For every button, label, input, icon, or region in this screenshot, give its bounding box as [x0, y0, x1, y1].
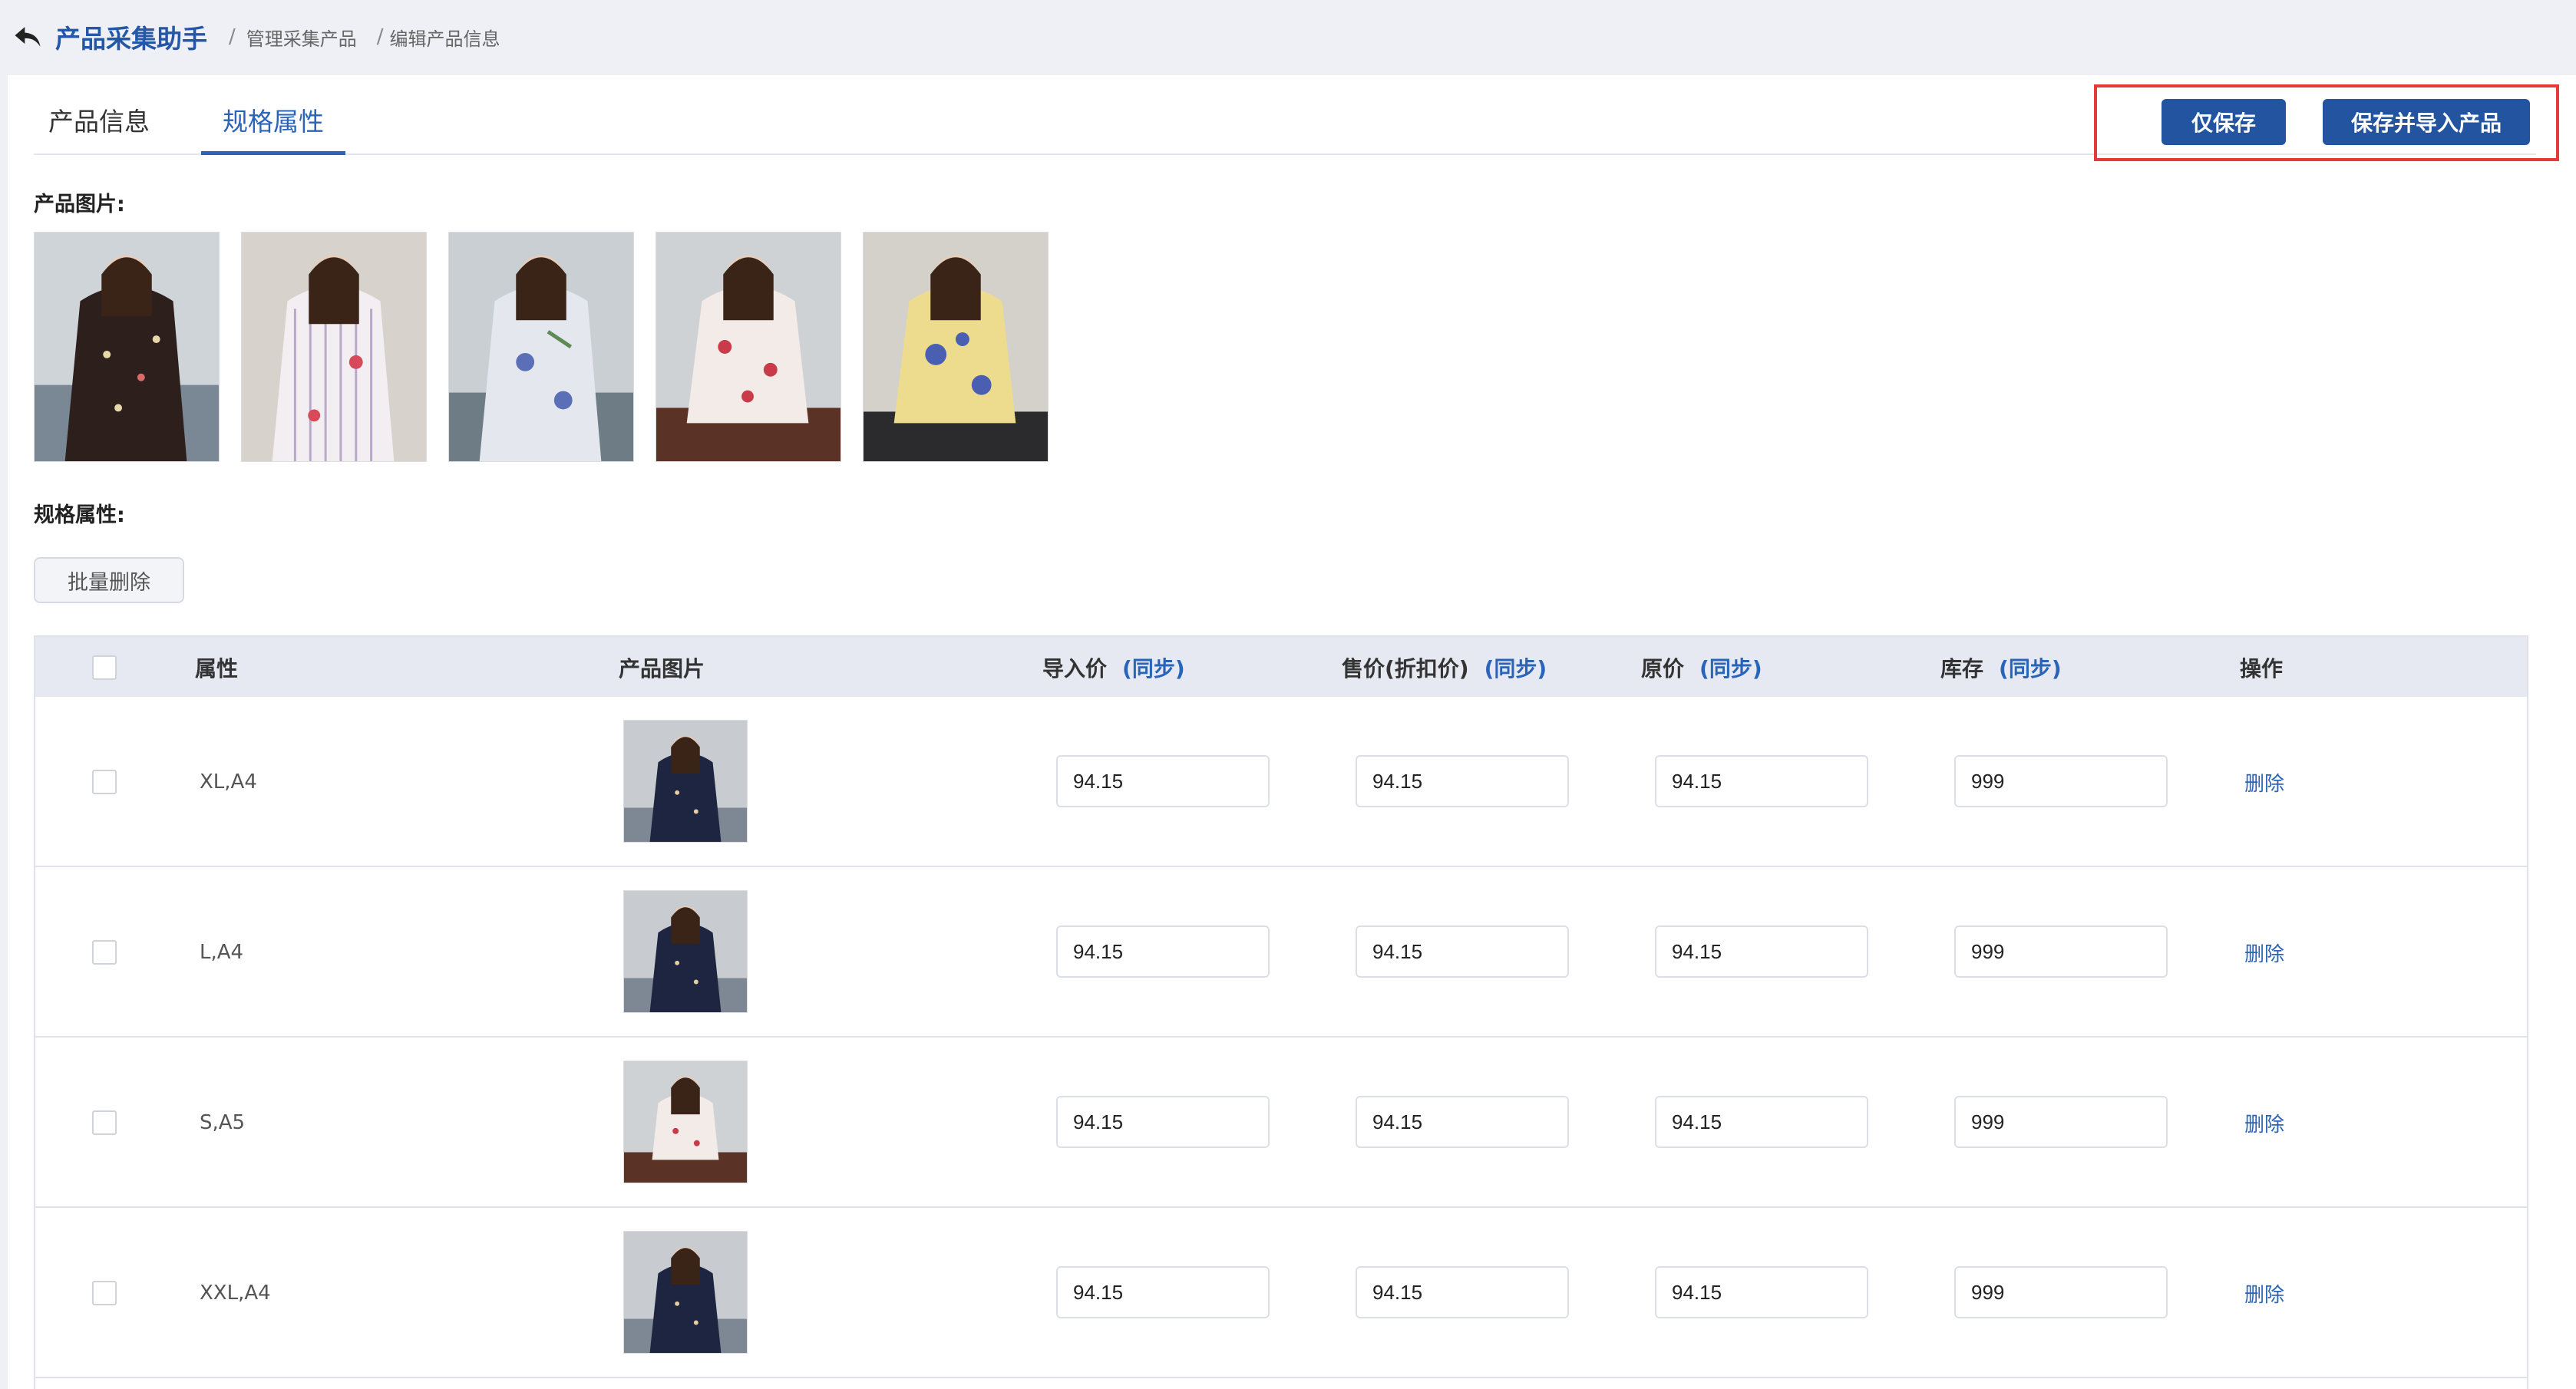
sale-price-input[interactable]: 94.15 — [1356, 1096, 1569, 1148]
breadcrumb-edit-product: 编辑产品信息 — [389, 28, 500, 50]
product-photo-navy-floral-icon — [624, 1232, 747, 1353]
row-attribute: XXL,A4 — [200, 1282, 271, 1305]
product-photo-white-red-floral-icon — [624, 1061, 747, 1183]
row-checkbox[interactable] — [92, 1110, 117, 1135]
product-photo-navy-floral-icon — [624, 721, 747, 842]
spec-attributes-label: 规格属性: — [34, 503, 125, 527]
import-price-input[interactable]: 94.15 — [1056, 1266, 1270, 1318]
row-product-image[interactable] — [623, 1061, 748, 1183]
sale-price-input[interactable]: 94.15 — [1356, 1266, 1569, 1318]
column-header-stock: 库存 (同步) — [1940, 637, 2062, 698]
column-header-operation: 操作 — [2240, 656, 2284, 681]
breadcrumb-separator: / — [229, 25, 236, 48]
table-row: L,A4 94.15 94.15 94.15 999 删除 — [35, 867, 2527, 1038]
import-price-label: 导入价 — [1042, 656, 1108, 681]
row-checkbox[interactable] — [92, 770, 117, 794]
row-attribute: XL,A4 — [200, 770, 257, 793]
row-product-image[interactable] — [623, 1231, 748, 1354]
save-only-button[interactable]: 仅保存 — [2162, 99, 2286, 145]
stock-label: 库存 — [1940, 656, 1984, 681]
table-row: XXL,A4 94.15 94.15 94.15 999 删除 — [35, 1208, 2527, 1378]
stock-input[interactable]: 999 — [1954, 925, 2168, 978]
sale-price-input[interactable]: 94.15 — [1356, 925, 1569, 978]
breadcrumb-manage-products[interactable]: 管理采集产品 — [246, 24, 357, 51]
product-images-label: 产品图片: — [34, 193, 125, 216]
import-price-input[interactable]: 94.15 — [1056, 1096, 1270, 1148]
product-photo-navy-floral-icon — [624, 891, 747, 1012]
sale-price-label: 售价(折扣价) — [1342, 656, 1469, 681]
original-price-input[interactable]: 94.15 — [1655, 1096, 1868, 1148]
column-header-import-price: 导入价 (同步) — [1042, 637, 1185, 698]
stock-input[interactable]: 999 — [1954, 1096, 2168, 1148]
table-row: S,A5 94.15 94.15 94.15 999 删除 — [35, 1038, 2527, 1208]
select-all-checkbox[interactable] — [92, 655, 117, 680]
column-header-sale-price: 售价(折扣价) (同步) — [1342, 637, 1547, 698]
row-product-image[interactable] — [623, 720, 748, 843]
original-price-input[interactable]: 94.15 — [1655, 755, 1868, 807]
column-header-original-price: 原价 (同步) — [1641, 637, 1762, 698]
delete-row-link[interactable]: 删除 — [2244, 1038, 2284, 1208]
tab-product-info[interactable]: 产品信息 — [34, 101, 164, 155]
product-image-gallery — [34, 232, 1049, 462]
table-row: XL,A4 94.15 94.15 94.15 999 删除 — [35, 697, 2527, 867]
original-price-input[interactable]: 94.15 — [1655, 925, 1868, 978]
save-and-import-button[interactable]: 保存并导入产品 — [2323, 99, 2530, 145]
original-price-label: 原价 — [1641, 656, 1685, 681]
stock-input[interactable]: 999 — [1954, 1266, 2168, 1318]
import-price-input[interactable]: 94.15 — [1056, 755, 1270, 807]
row-attribute: S,A5 — [200, 1111, 246, 1134]
delete-row-link[interactable]: 删除 — [2244, 1208, 2284, 1378]
stock-input[interactable]: 999 — [1954, 755, 2168, 807]
product-image-1[interactable] — [34, 232, 220, 462]
breadcrumb-separator: / — [376, 25, 384, 48]
delete-row-link[interactable]: 删除 — [2244, 867, 2284, 1038]
product-photo-black-floral-icon — [35, 233, 219, 461]
topbar: 产品采集助手 / 管理采集产品 / 编辑产品信息 — [0, 0, 2576, 74]
stock-sync-link[interactable]: (同步) — [1999, 652, 2062, 683]
product-photo-white-red-floral-icon — [656, 233, 841, 461]
row-checkbox[interactable] — [92, 1281, 117, 1305]
batch-delete-button[interactable]: 批量删除 — [34, 557, 184, 603]
product-image-5[interactable] — [863, 232, 1049, 462]
table-header: 属性 产品图片 导入价 (同步) 售价(折扣价) (同步) 原价 (同步) 库存… — [35, 635, 2527, 697]
product-photo-yellow-floral-icon — [864, 233, 1048, 461]
delete-row-link[interactable]: 删除 — [2244, 697, 2284, 867]
import-price-input[interactable]: 94.15 — [1056, 925, 1270, 978]
sale-price-input[interactable]: 94.15 — [1356, 755, 1569, 807]
column-header-image: 产品图片 — [619, 656, 705, 681]
tab-spec-attributes[interactable]: 规格属性 — [201, 101, 345, 155]
column-header-attribute: 属性 — [195, 656, 239, 681]
original-price-sync-link[interactable]: (同步) — [1699, 652, 1762, 683]
product-photo-white-stripe-icon — [242, 233, 426, 461]
sale-price-sync-link[interactable]: (同步) — [1485, 652, 1547, 683]
app-title[interactable]: 产品采集助手 — [55, 18, 207, 55]
product-image-2[interactable] — [241, 232, 427, 462]
row-product-image[interactable] — [623, 890, 748, 1013]
main-panel: 产品信息 规格属性 仅保存 保存并导入产品 产品图片: 规格属性: 批量删除 属… — [8, 75, 2576, 1389]
original-price-input[interactable]: 94.15 — [1655, 1266, 1868, 1318]
import-price-sync-link[interactable]: (同步) — [1122, 652, 1185, 683]
row-attribute: L,A4 — [200, 941, 244, 964]
row-checkbox[interactable] — [92, 940, 117, 965]
product-image-3[interactable] — [448, 232, 634, 462]
product-image-4[interactable] — [656, 232, 841, 462]
spec-table: 属性 产品图片 导入价 (同步) 售价(折扣价) (同步) 原价 (同步) 库存… — [34, 635, 2528, 1389]
back-arrow-icon[interactable] — [11, 20, 45, 54]
product-photo-blue-floral-icon — [449, 233, 633, 461]
